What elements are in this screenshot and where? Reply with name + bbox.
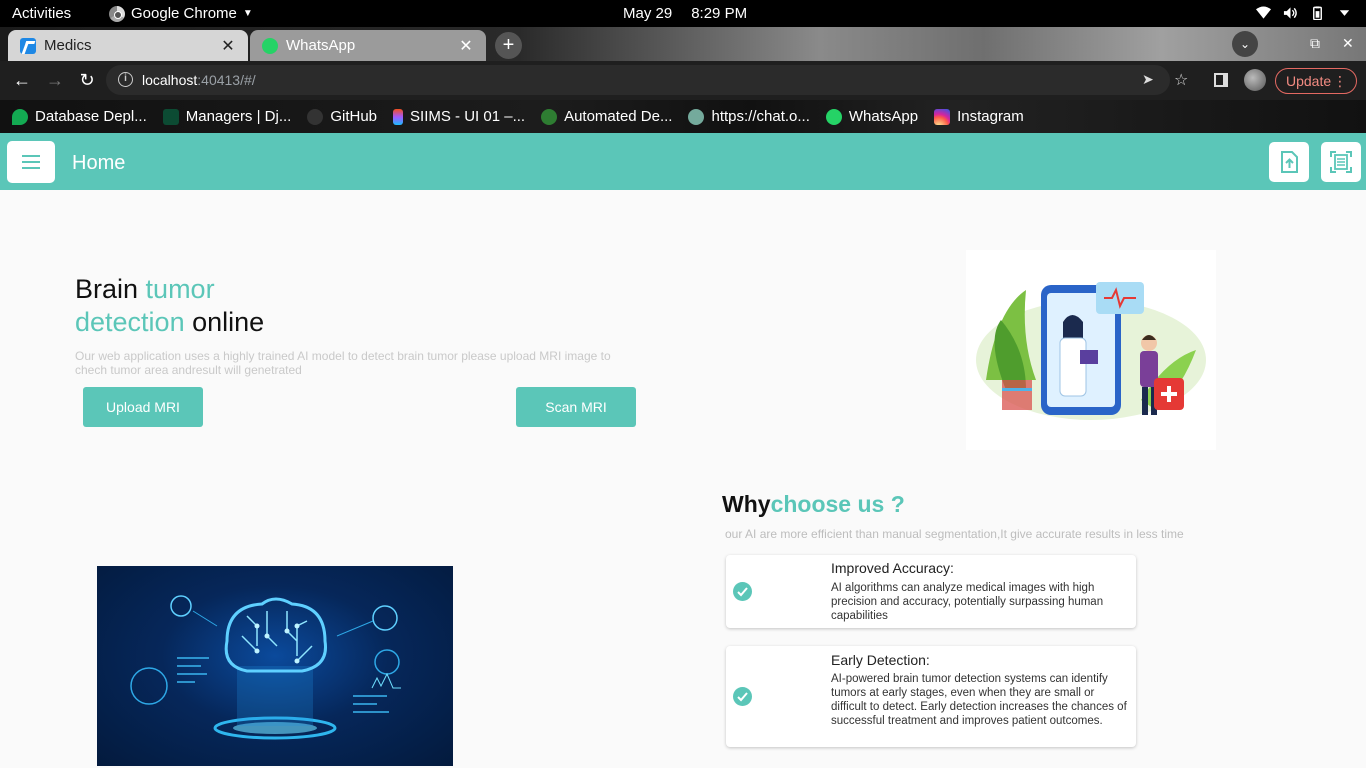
page-title: Home: [72, 152, 126, 174]
bookmark-item[interactable]: GitHub: [307, 108, 377, 125]
document-scanner-icon: [1330, 151, 1352, 173]
app-menu-label: Google Chrome: [131, 5, 237, 22]
app-bar: Home: [0, 133, 1366, 190]
caret-down-icon: ▼: [242, 8, 253, 19]
bookmark-item[interactable]: Database Depl...: [12, 108, 147, 125]
chrome-icon: [109, 5, 125, 22]
mongodb-leaf-icon: [12, 108, 28, 125]
side-panel-icon[interactable]: [1214, 73, 1228, 87]
tab-title: Medics: [44, 37, 92, 54]
figma-icon: [393, 108, 404, 125]
power-menu-caret-icon: [1339, 10, 1350, 16]
new-tab-button[interactable]: +: [495, 32, 522, 59]
battery-icon: [1313, 6, 1322, 20]
close-icon[interactable]: ✕: [220, 36, 236, 56]
upload-file-icon: [1281, 151, 1298, 173]
site-info-icon[interactable]: i: [118, 72, 133, 87]
restore-window-icon[interactable]: ⧉: [1310, 35, 1320, 52]
bookmark-item[interactable]: SIIMS - UI 01 –...: [393, 108, 525, 125]
clock-time: 8:29 PM: [691, 5, 748, 22]
feature-body: AI algorithms can analyze medical images…: [831, 582, 1104, 622]
forward-icon[interactable]: →: [44, 69, 66, 91]
system-tray[interactable]: [1256, 6, 1352, 20]
send-tab-icon[interactable]: ➤: [1142, 71, 1154, 88]
automation-icon: [541, 108, 558, 125]
tab-medics[interactable]: Medics ✕: [8, 30, 248, 61]
menu-button[interactable]: [7, 141, 55, 183]
tab-whatsapp[interactable]: WhatsApp ✕: [250, 30, 486, 61]
browser-toolbar: ← → ↻ i localhost:40413/#/ ➤ ☆ Update ⋮: [0, 61, 1366, 100]
hero-description: Our web application uses a highly traine…: [75, 349, 611, 377]
upload-mri-button[interactable]: Upload MRI: [83, 387, 203, 427]
whatsapp-icon: [262, 37, 278, 54]
ai-brain-image: [97, 566, 453, 766]
hero-title: Brain tumor detection online: [75, 274, 265, 337]
url-text[interactable]: localhost:40413/#/: [142, 72, 256, 88]
bookmark-star-icon[interactable]: ☆: [1174, 70, 1188, 90]
update-label: Update: [1286, 73, 1332, 89]
django-icon: [162, 108, 179, 125]
gnome-top-bar: Activities Google Chrome ▼ May 29 8:29 P…: [0, 0, 1366, 27]
bookmark-item[interactable]: Automated De...: [541, 108, 672, 125]
feature-body: AI-powered brain tumor detection systems…: [831, 673, 1127, 727]
check-circle-icon: [733, 582, 752, 601]
upload-file-button[interactable]: [1269, 142, 1309, 182]
activities-button[interactable]: Activities: [12, 5, 71, 22]
scan-mri-button[interactable]: Scan MRI: [516, 387, 636, 427]
chatgpt-icon: [688, 108, 705, 125]
hamburger-icon: [22, 155, 40, 157]
instagram-icon: [934, 108, 951, 125]
tab-title: WhatsApp: [286, 37, 356, 54]
tab-strip: Medics ✕ WhatsApp ✕ + ⌄ ⧉ ✕: [0, 27, 1366, 61]
volume-icon: [1283, 7, 1297, 19]
feature-title: Improved Accuracy:: [831, 560, 954, 576]
feature-title: Early Detection:: [831, 652, 930, 668]
wifi-icon: [1256, 6, 1271, 19]
github-icon: [307, 108, 324, 125]
doctor-illustration: [966, 250, 1216, 450]
app-menu[interactable]: Google Chrome ▼: [109, 5, 253, 22]
more-vert-icon: ⋮: [1333, 73, 1347, 89]
check-circle-icon: [733, 687, 752, 706]
whatsapp-icon: [825, 108, 842, 125]
update-button[interactable]: Update ⋮: [1275, 68, 1357, 94]
bookmark-item[interactable]: WhatsApp: [825, 108, 918, 125]
flutter-icon: [20, 37, 36, 54]
profile-avatar[interactable]: [1244, 69, 1266, 91]
close-icon[interactable]: ✕: [458, 36, 474, 56]
address-bar[interactable]: i localhost:40413/#/ ➤: [106, 65, 1170, 95]
back-icon[interactable]: ←: [11, 69, 33, 91]
why-choose-subtitle: our AI are more efficient than manual se…: [725, 527, 1184, 541]
feature-card: Early Detection: AI-powered brain tumor …: [726, 646, 1136, 747]
close-window-icon[interactable]: ✕: [1342, 35, 1354, 52]
clock-date: May 29: [623, 5, 673, 22]
tab-search-button[interactable]: ⌄: [1232, 31, 1258, 57]
why-choose-title: Whychoose us ?: [722, 491, 905, 517]
bookmarks-bar: Database Depl... Managers | Dj... GitHub…: [0, 100, 1366, 133]
bookmark-item[interactable]: Instagram: [934, 108, 1024, 125]
reload-icon[interactable]: ↻: [76, 69, 98, 91]
feature-card: Improved Accuracy: AI algorithms can ana…: [726, 555, 1136, 628]
bookmark-item[interactable]: https://chat.o...: [688, 108, 810, 125]
clock[interactable]: May 29 8:29 PM: [623, 5, 747, 22]
bookmark-item[interactable]: Managers | Dj...: [162, 108, 291, 125]
scan-document-button[interactable]: [1321, 142, 1361, 182]
